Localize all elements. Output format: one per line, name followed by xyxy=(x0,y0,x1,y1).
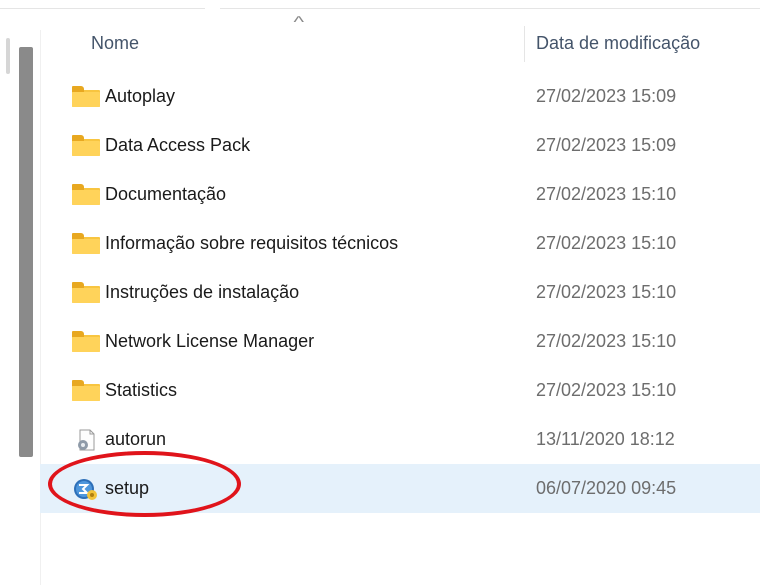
file-name: autorun xyxy=(105,429,167,449)
scrollbar-thumb[interactable] xyxy=(19,47,33,457)
file-date-modified: 06/07/2020 09:45 xyxy=(536,478,677,498)
file-row-documenta-o[interactable]: Documentação 27/02/2023 15:10 xyxy=(40,170,760,219)
folder-icon xyxy=(72,183,100,205)
file-row-setup[interactable]: setup 06/07/2020 09:45 xyxy=(40,464,760,513)
folder-icon xyxy=(72,134,100,156)
column-header: Nome ^ Data de modificação xyxy=(40,14,760,66)
top-divider-right xyxy=(220,8,760,9)
file-name: Network License Manager xyxy=(105,331,315,351)
settings-file-icon xyxy=(72,428,100,451)
column-header-date-modified[interactable]: Data de modificação xyxy=(536,33,700,54)
file-date-modified: 27/02/2023 15:09 xyxy=(536,86,677,106)
file-row-instru-es-de-instala-o[interactable]: Instruções de instalação 27/02/2023 15:10 xyxy=(40,268,760,317)
setup-app-icon xyxy=(72,477,100,500)
file-date-modified: 27/02/2023 15:10 xyxy=(536,282,677,302)
folder-icon xyxy=(72,330,100,352)
file-date-modified: 27/02/2023 15:10 xyxy=(536,331,677,351)
folder-icon xyxy=(72,379,100,401)
file-date-modified: 27/02/2023 15:10 xyxy=(536,184,677,204)
file-row-autorun[interactable]: autorun 13/11/2020 18:12 xyxy=(40,415,760,464)
file-row-statistics[interactable]: Statistics 27/02/2023 15:10 xyxy=(40,366,760,415)
file-name: Instruções de instalação xyxy=(105,282,300,302)
scrollbar-top-handle[interactable] xyxy=(6,38,10,74)
file-name: Informação sobre requisitos técnicos xyxy=(105,233,399,253)
folder-icon xyxy=(72,232,100,254)
file-list: Autoplay 27/02/2023 15:09 Data Access Pack… xyxy=(40,72,760,513)
file-date-modified: 27/02/2023 15:10 xyxy=(536,233,677,253)
file-row-data-access-pack[interactable]: Data Access Pack 27/02/2023 15:09 xyxy=(40,121,760,170)
file-row-informa-o-sobre-requisitos-t-cnicos[interactable]: Informação sobre requisitos técnicos 27/0… xyxy=(40,219,760,268)
column-header-name[interactable]: Nome xyxy=(91,33,139,54)
file-date-modified: 27/02/2023 15:10 xyxy=(536,380,677,400)
sort-ascending-icon: ^ xyxy=(293,14,305,31)
file-date-modified: 27/02/2023 15:09 xyxy=(536,135,677,155)
file-name: setup xyxy=(105,478,150,498)
file-name: Statistics xyxy=(105,380,178,400)
file-name: Documentação xyxy=(105,184,227,204)
file-name: Data Access Pack xyxy=(105,135,251,155)
file-date-modified: 13/11/2020 18:12 xyxy=(536,429,675,449)
top-divider-left xyxy=(0,8,205,9)
file-name: Autoplay xyxy=(105,86,176,106)
folder-icon xyxy=(72,281,100,303)
file-row-autoplay[interactable]: Autoplay 27/02/2023 15:09 xyxy=(40,72,760,121)
file-row-network-license-manager[interactable]: Network License Manager 27/02/2023 15:10 xyxy=(40,317,760,366)
folder-icon xyxy=(72,85,100,107)
column-separator[interactable] xyxy=(524,26,525,62)
